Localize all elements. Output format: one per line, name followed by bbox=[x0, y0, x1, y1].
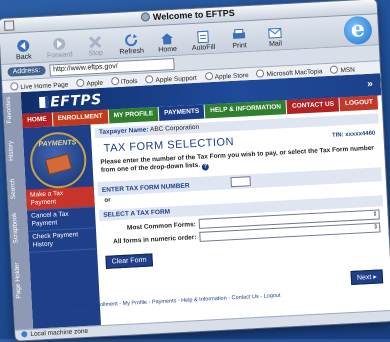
forward-arrow-icon bbox=[53, 37, 66, 50]
refresh-icon bbox=[125, 34, 138, 47]
enter-header-text: ENTER TAX FORM NUMBER bbox=[101, 182, 190, 194]
favorite-msn[interactable]: MSN bbox=[330, 65, 355, 75]
main-content: Taxpayer Name: ABC Corporation TAX FORM … bbox=[94, 109, 388, 326]
tax-form-number-input[interactable] bbox=[230, 176, 252, 188]
next-button[interactable]: Next ▸ bbox=[350, 269, 384, 286]
scroll-right-icon[interactable]: » bbox=[367, 79, 373, 90]
tab-history[interactable]: History bbox=[7, 140, 15, 161]
stop-label: Stop bbox=[88, 49, 104, 58]
back-label: Back bbox=[15, 53, 32, 62]
back-arrow-icon bbox=[17, 39, 30, 52]
browser-body: Favorites History Search Scrapbook Page … bbox=[2, 73, 390, 331]
autofill-button[interactable]: AutoFill bbox=[186, 29, 221, 55]
print-label: Print bbox=[232, 42, 247, 50]
globe-icon bbox=[21, 331, 28, 338]
stop-icon bbox=[88, 35, 102, 49]
eftps-logo-text: EFTPS bbox=[49, 91, 103, 111]
page-icon bbox=[140, 12, 151, 22]
favorite-itools[interactable]: iTools bbox=[111, 76, 138, 86]
status-text: Local machine zone bbox=[30, 327, 89, 338]
most-common-label: Most Common Forms: bbox=[126, 220, 197, 232]
mail-button[interactable]: Mail bbox=[258, 25, 293, 51]
web-page: EFTPS » HOME ENROLLMENT MY PROFILE PAYME… bbox=[20, 73, 390, 330]
payments-badge-text: PAYMENTS bbox=[38, 139, 77, 149]
tab-favorites[interactable]: Favorites bbox=[5, 97, 13, 124]
payments-sidebar: PAYMENTS Make a Tax Payment Cancel a Tax… bbox=[22, 124, 102, 330]
taxpayer-label: Taxpayer Name: bbox=[98, 126, 149, 137]
taxpayer-name: ABC Corporation bbox=[149, 123, 200, 134]
eftps-logo[interactable]: EFTPS bbox=[38, 91, 103, 111]
select-arrows-icon: ⇕ bbox=[372, 211, 378, 218]
next-arrow-icon: ▸ bbox=[373, 273, 378, 281]
eftps-mark-icon bbox=[38, 96, 49, 109]
tab-page-holder[interactable]: Page Holder bbox=[14, 262, 23, 298]
printer-icon bbox=[232, 28, 246, 39]
print-button[interactable]: Print bbox=[222, 27, 257, 53]
back-button[interactable]: Back bbox=[6, 38, 41, 64]
autofill-icon bbox=[197, 30, 209, 44]
stop-button[interactable]: Stop bbox=[78, 34, 113, 60]
home-label: Home bbox=[158, 45, 178, 54]
clear-form-button[interactable]: Clear Form bbox=[105, 253, 154, 269]
address-label: Address: bbox=[7, 65, 46, 77]
refresh-label: Refresh bbox=[119, 47, 145, 56]
home-button[interactable]: Home bbox=[150, 30, 185, 56]
all-forms-label: All forms in numeric order: bbox=[113, 233, 197, 245]
help-icon[interactable]: ? bbox=[201, 163, 210, 171]
home-icon bbox=[161, 33, 174, 45]
browser-window: Welcome to EFTPS Back Forward Stop Refre… bbox=[0, 0, 390, 342]
forward-button[interactable]: Forward bbox=[42, 36, 77, 62]
book-icon bbox=[44, 153, 73, 176]
next-label: Next bbox=[356, 273, 372, 282]
forward-label: Forward bbox=[46, 51, 73, 60]
autofill-label: AutoFill bbox=[191, 43, 216, 53]
tab-scrapbook[interactable]: Scrapbook bbox=[11, 212, 20, 243]
tab-search[interactable]: Search bbox=[9, 178, 17, 199]
refresh-button[interactable]: Refresh bbox=[114, 32, 149, 58]
payments-badge: PAYMENTS bbox=[28, 130, 88, 190]
mail-icon bbox=[268, 27, 282, 39]
mail-label: Mail bbox=[268, 40, 283, 48]
favorite-apple[interactable]: Apple bbox=[76, 78, 103, 88]
sidebar-item-payment-history[interactable]: Check Payment History bbox=[28, 228, 98, 253]
select-arrows-icon: ⇕ bbox=[373, 224, 379, 231]
window-title-text: Welcome to EFTPS bbox=[152, 7, 236, 23]
